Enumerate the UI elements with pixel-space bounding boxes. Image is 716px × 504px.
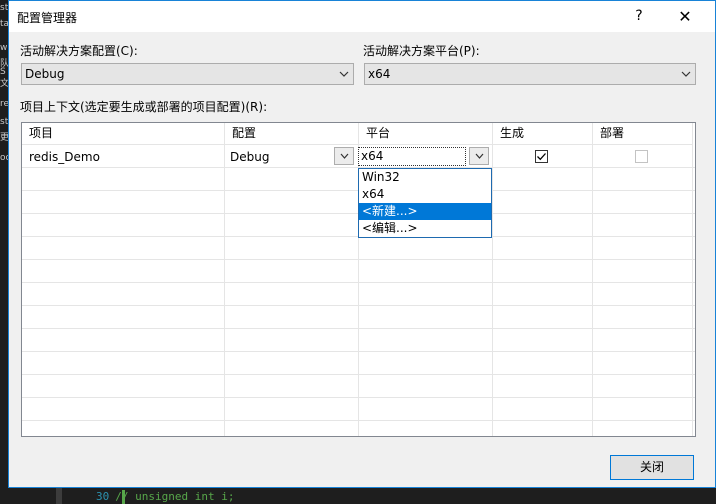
background-fragment: S [0, 67, 6, 77]
solution-platform-label: 活动解决方案平台(P): [363, 44, 480, 58]
dialog-title: 配置管理器 [17, 11, 78, 25]
background-fragment: ta [0, 19, 8, 29]
deploy-checkbox [635, 150, 648, 163]
grid-row-divider [22, 397, 695, 398]
configuration-manager-dialog: 配置管理器 ? ✕ 活动解决方案配置(C): Debug 活动解决方案平台(P)… [8, 0, 716, 488]
platform-option-x64[interactable]: x64 [359, 186, 491, 203]
grid-column-divider [492, 123, 493, 436]
background-fragment: st [0, 117, 8, 127]
column-header-platform[interactable]: 平台 [359, 123, 493, 145]
background-fragment: 更 [0, 133, 8, 143]
grid-row-divider [22, 259, 695, 260]
chevron-down-icon [339, 71, 349, 77]
background-fragment: re [0, 99, 8, 109]
grid-row-divider [22, 351, 695, 352]
close-button[interactable]: 关闭 [610, 455, 694, 480]
grid-column-divider [592, 123, 593, 436]
project-config-dropdown-button[interactable] [334, 147, 354, 165]
column-header-deploy[interactable]: 部署 [593, 123, 693, 145]
background-fragment: 文 [0, 79, 8, 89]
grid-row-divider [22, 420, 695, 421]
column-header-build[interactable]: 生成 [493, 123, 593, 145]
grid-row-divider [22, 282, 695, 283]
solution-config-label: 活动解决方案配置(C): [20, 44, 138, 58]
line-number: 30 [96, 490, 110, 503]
grid-column-divider [224, 123, 225, 436]
project-platform-value: x64 [361, 149, 384, 163]
grid-column-divider [692, 123, 693, 436]
chevron-down-icon [340, 153, 349, 159]
background-fragment: w [0, 43, 8, 53]
platform-option-new[interactable]: <新建...> [359, 203, 491, 220]
build-checkbox[interactable] [535, 150, 548, 163]
platform-option-win32[interactable]: Win32 [359, 169, 491, 186]
background-code-line: 30 // unsigned int i; [96, 490, 234, 503]
checkmark-icon [537, 153, 546, 161]
project-platform-dropdown-button[interactable] [469, 147, 489, 165]
chevron-down-icon [681, 71, 691, 77]
project-config-cell[interactable]: Debug [230, 150, 269, 164]
solution-config-select[interactable]: Debug [21, 63, 354, 85]
solution-platform-select[interactable]: x64 [364, 63, 696, 85]
background-fragment: oc [0, 153, 8, 163]
column-header-project[interactable]: 项目 [22, 123, 225, 145]
project-platform-cell[interactable]: x64 [358, 147, 466, 166]
platform-dropdown-list: Win32 x64 <新建...> <编辑...> [358, 168, 492, 238]
grid-row-divider [22, 305, 695, 306]
solution-config-value: Debug [25, 67, 65, 81]
grid-row-divider [22, 374, 695, 375]
title-bar: 配置管理器 ? ✕ [9, 1, 715, 32]
grid-row-divider [22, 328, 695, 329]
column-header-config[interactable]: 配置 [225, 123, 359, 145]
help-button[interactable]: ? [619, 1, 659, 32]
background-scroll-margin [56, 488, 62, 504]
solution-platform-value: x64 [368, 67, 391, 81]
project-context-label: 项目上下文(选定要生成或部署的项目配置)(R): [20, 100, 268, 114]
code-text: // unsigned int i; [115, 490, 235, 503]
platform-option-edit[interactable]: <编辑...> [359, 220, 491, 237]
project-name-cell[interactable]: redis_Demo [29, 150, 100, 164]
chevron-down-icon [475, 153, 484, 159]
background-fragment: st [0, 3, 8, 13]
close-icon[interactable]: ✕ [665, 1, 705, 32]
